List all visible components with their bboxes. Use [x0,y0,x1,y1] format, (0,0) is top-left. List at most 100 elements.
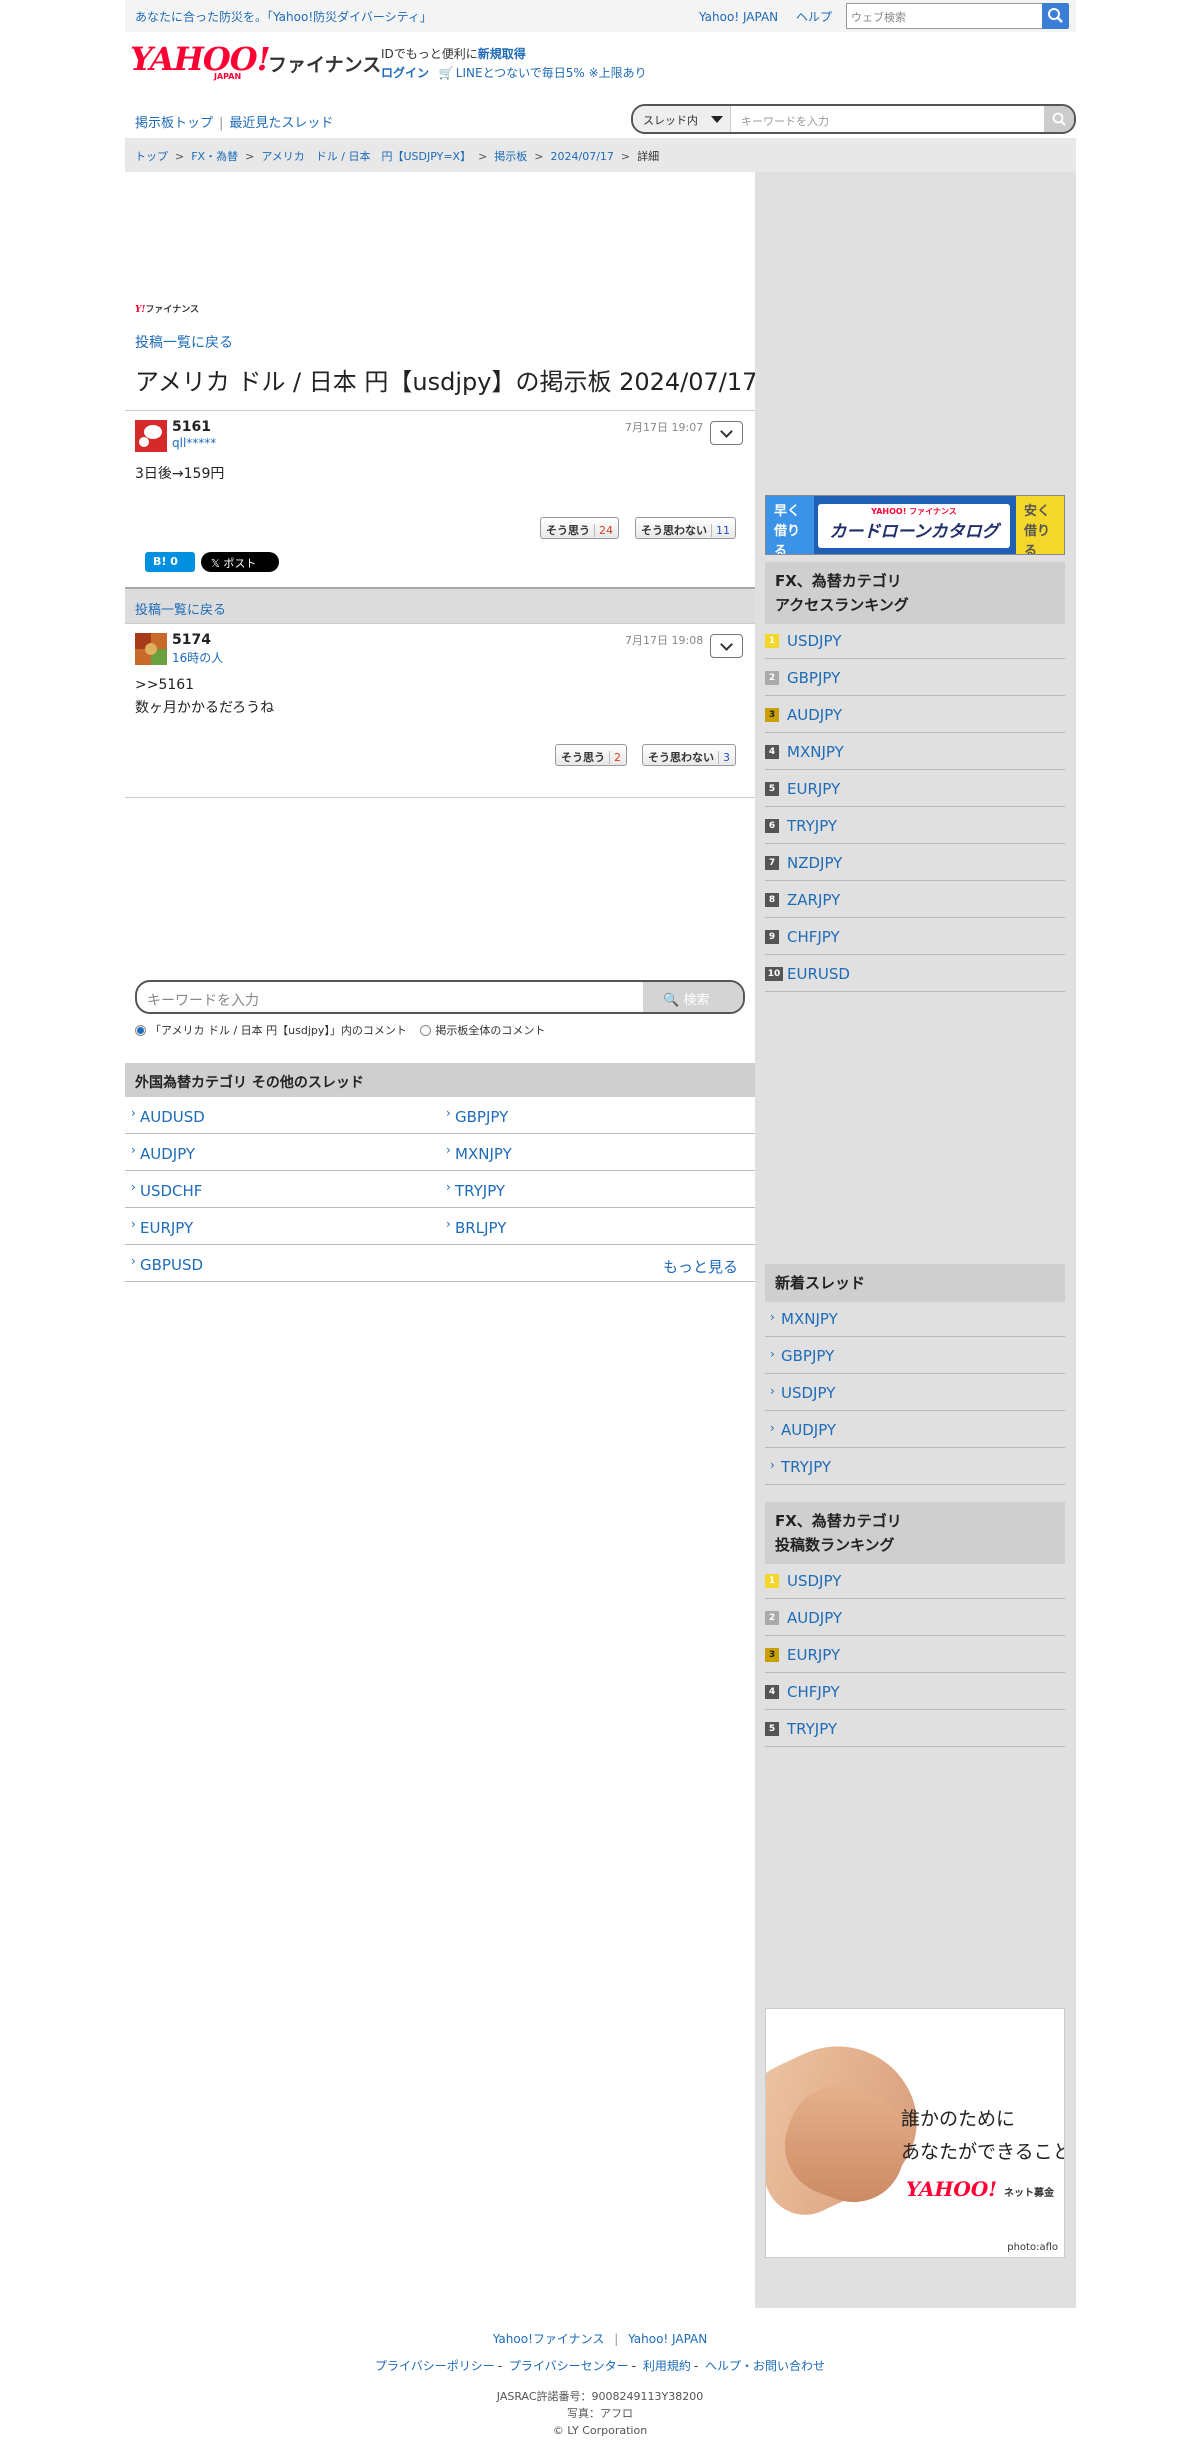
ad-credit: photo:aflo [1007,2242,1058,2253]
ranking-item: 10 EURUSD [765,955,1065,992]
post-menu-chevron-down-icon[interactable] [710,634,743,658]
hatena-bookmark-button[interactable]: B! 0 [145,552,195,572]
footer-privacy-center-link[interactable]: プライバシーセンター [509,2359,629,2373]
breadcrumb-fx[interactable]: FX・為替 [191,150,238,163]
ranking-link[interactable]: EURUSD [787,965,850,983]
thread-link[interactable]: GBPUSD [131,1254,203,1274]
thread-link[interactable]: GBPJPY [446,1106,508,1126]
ranking-link[interactable]: AUDJPY [787,706,842,724]
ranking-item: 6 TRYJPY [765,807,1065,844]
rank-badge: 7 [765,856,779,870]
comment-search-button[interactable]: 🔍 検索 [643,982,743,1012]
thread-link[interactable]: MXNJPY [781,1310,838,1328]
register-link[interactable]: 新規取得 [478,47,526,61]
post-user[interactable]: 16時の人 [172,649,223,666]
ad-line-2: あなたができること [901,2141,1065,2163]
post-menu-chevron-down-icon[interactable] [710,421,743,445]
rank-badge: 4 [765,745,779,759]
help-link[interactable]: ヘルプ [796,10,832,24]
yahoo-logo-text: YAHOO! [130,40,271,78]
post-number[interactable]: 5161 [172,419,211,435]
yahoo-logo-sub: JAPAN [214,72,242,81]
ranking-link[interactable]: MXNJPY [787,743,844,761]
footer-terms-link[interactable]: 利用規約 [643,2359,691,2373]
breadcrumb-date[interactable]: 2024/07/17 [551,150,614,163]
photo-credit: 写真：アフロ [567,2407,633,2420]
small-finance-logo: Y!ファイナンス [135,305,200,315]
footer-finance-link[interactable]: Yahoo!ファイナンス [493,2332,605,2346]
back-to-list-bar[interactable]: 投稿一覧に戻る [125,587,755,623]
thread-link[interactable]: USDJPY [781,1384,835,1402]
breadcrumb-top[interactable]: トップ [135,150,168,163]
ranking-link[interactable]: EURJPY [787,1646,840,1664]
x-post-button[interactable]: 𝕏 ポスト [201,552,279,572]
comment-search-input[interactable]: キーワードを入力 [147,990,259,1010]
access-ranking-list: 1 USDJPY 2 GBPJPY 3 AUDJPY 4 MXNJPY 5 EURJPY … [765,622,1065,992]
other-threads-heading: 外国為替カテゴリ その他のスレッド [125,1063,755,1097]
ranking-item: 2 AUDJPY [765,1599,1065,1636]
yahoo-finance-logo[interactable]: YAHOO! JAPAN ファイナンス [130,40,381,81]
thread-link[interactable]: AUDJPY [781,1421,836,1439]
ranking-link[interactable]: AUDJPY [787,1609,842,1627]
radio-thread-comments[interactable] [135,1025,146,1036]
board-top-link[interactable]: 掲示板トップ [135,116,213,131]
ranking-link[interactable]: NZDJPY [787,854,842,872]
ranking-link[interactable]: EURJPY [787,780,840,798]
breadcrumb-usdjpy[interactable]: アメリカ ドル / 日本 円【USDJPY=X】 [261,150,471,163]
post-time: 7月17日 19:07 [625,421,704,434]
recent-threads-link[interactable]: 最近見たスレッド [229,116,333,131]
ranking-item: 1 USDJPY [765,1562,1065,1599]
post-body-line: 数ヶ月かかるだろうね [135,700,275,716]
ranking-link[interactable]: USDJPY [787,1572,841,1590]
disagree-button[interactable]: そう思わない 3 [642,744,736,766]
login-link[interactable]: ログイン [381,66,429,80]
board-search-button[interactable] [1044,106,1074,132]
thread-link[interactable]: GBPJPY [781,1347,834,1365]
yahoo-japan-link[interactable]: Yahoo! JAPAN [699,10,778,24]
footer-privacy-policy-link[interactable]: プライバシーポリシー [375,2359,495,2373]
rank-badge: 1 [765,1574,779,1588]
ranking-link[interactable]: ZARJPY [787,891,840,909]
search-scope-select[interactable]: スレッド内 [633,106,731,132]
more-threads-link[interactable]: もっと見る [663,1256,738,1277]
card-loan-banner[interactable]: 早く借りる YAHOO! ファイナンス カードローンカタログ 安く借りる [765,495,1065,555]
ranking-link[interactable]: TRYJPY [787,817,837,835]
radio-all-comments[interactable] [420,1025,432,1036]
footer-yahoo-link[interactable]: Yahoo! JAPAN [628,2332,707,2346]
breadcrumb-board[interactable]: 掲示板 [494,150,527,163]
ranking-link[interactable]: CHFJPY [787,928,840,946]
agree-button[interactable]: そう思う 2 [555,744,627,766]
promo-bar: あなたに合った防災を。「Yahoo!防災ダイバーシティ」 Yahoo! JAPA… [125,0,1076,32]
back-to-list-link[interactable]: 投稿一覧に戻る [135,332,233,352]
thread-link[interactable]: USDCHF [131,1180,203,1200]
thread-link[interactable]: AUDUSD [131,1106,205,1126]
avatar[interactable] [135,633,167,665]
board-nav: 掲示板トップ | 最近見たスレッド スレッド内 キーワードを入力 [125,96,1076,136]
footer-help-link[interactable]: ヘルプ・お問い合わせ [705,2359,825,2373]
thread-link[interactable]: AUDJPY [131,1143,195,1163]
board-search: スレッド内 キーワードを入力 [631,104,1076,134]
line-promo-link[interactable]: LINEとつないで毎日5% ※上限あり [456,66,647,80]
ranking-link[interactable]: CHFJPY [787,1683,840,1701]
thread-link[interactable]: BRLJPY [446,1217,506,1237]
thread-link[interactable]: EURJPY [131,1217,193,1237]
ranking-link[interactable]: USDJPY [787,632,841,650]
thread-link[interactable]: TRYJPY [446,1180,505,1200]
ranking-link[interactable]: TRYJPY [787,1720,837,1738]
agree-button[interactable]: そう思う 24 [540,517,619,539]
promo-message-link[interactable]: あなたに合った防災を。「Yahoo!防災ダイバーシティ」 [135,8,432,25]
thread-link[interactable]: MXNJPY [446,1143,512,1163]
post-number[interactable]: 5174 [172,632,211,648]
ranking-link[interactable]: GBPJPY [787,669,840,687]
web-search-input[interactable]: ウェブ検索 [846,3,1043,29]
ranking-item: 4 MXNJPY [765,733,1065,770]
agree-count: 2 [609,751,621,764]
web-search-button[interactable] [1042,3,1069,29]
avatar[interactable] [135,420,167,452]
post-user[interactable]: qll***** [172,436,216,450]
site-header: YAHOO! JAPAN ファイナンス IDでもっと便利に新規取得 ログイン 🛒… [125,32,1076,92]
thread-link[interactable]: TRYJPY [781,1458,831,1476]
disagree-button[interactable]: そう思わない 11 [635,517,736,539]
board-search-input[interactable]: キーワードを入力 [741,113,829,129]
donation-ad[interactable]: 誰かのために あなたができること YAHOO! ネット募金 photo:aflo [765,2008,1065,2258]
